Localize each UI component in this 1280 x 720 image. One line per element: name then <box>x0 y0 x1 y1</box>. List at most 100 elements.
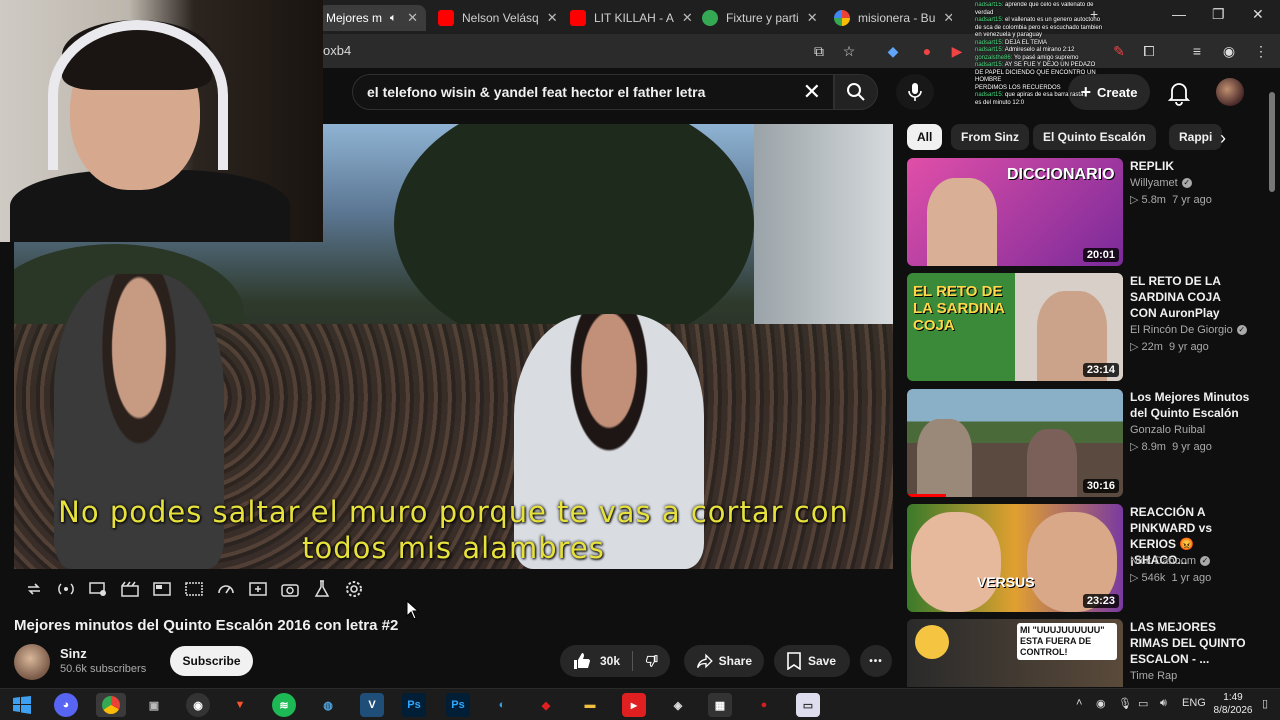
more-actions-button[interactable]: ••• <box>860 645 892 677</box>
microphone-tray-icon[interactable]: 🎙︎ <box>1118 697 1132 710</box>
file-explorer-icon[interactable]: ▬ <box>578 693 602 717</box>
obs-icon[interactable]: ◉ <box>186 693 210 717</box>
search-button[interactable] <box>834 74 878 110</box>
close-tab-icon[interactable]: ✕ <box>407 10 418 26</box>
close-window-icon[interactable]: ✕ <box>1252 6 1264 23</box>
extension-adblock-icon[interactable]: ● <box>918 42 936 60</box>
photoshop-icon[interactable]: Ps <box>402 693 426 717</box>
profile-icon[interactable]: ◉ <box>1220 42 1238 60</box>
recommendation-title[interactable]: LAS MEJORES RIMAS DEL QUINTO ESCALON - .… <box>1130 619 1250 667</box>
recommendation-channel[interactable]: Time Rap <box>1130 670 1177 682</box>
screen-settings-icon[interactable] <box>88 579 108 599</box>
chat-line: gonzalsthe86: Yo pasé amigo supremo <box>975 55 1105 63</box>
clapperboard-icon[interactable] <box>120 579 140 599</box>
app-generic-icon[interactable]: ▣ <box>142 693 166 717</box>
bookmark-star-icon[interactable]: ☆ <box>840 42 858 60</box>
chip-all[interactable]: All <box>907 124 943 150</box>
tab-nelson[interactable]: Nelson Velásq ✕ <box>430 5 560 31</box>
video-thumbnail[interactable]: MI "UUUJUUUUUU" ESTA FUERA DE CONTROL! <box>907 619 1123 687</box>
tray-app-icon[interactable]: ◉ <box>1096 697 1106 710</box>
speaker-icon[interactable]: 🔈︎ <box>390 12 397 25</box>
minimize-icon[interactable]: — <box>1172 6 1186 22</box>
game-icon[interactable]: ◆ <box>534 693 558 717</box>
channel-name[interactable]: Sinz <box>60 646 87 661</box>
extension-youtube-icon[interactable]: ▶ <box>948 42 966 60</box>
chrome-icon[interactable] <box>96 693 126 717</box>
search-input[interactable]: el telefono wisin & yandel feat hector e… <box>352 74 834 110</box>
edge-icon[interactable]: ◐ <box>490 693 514 717</box>
video-thumbnail[interactable]: VERSUS 23:23 <box>907 504 1123 612</box>
clock[interactable]: 1:49 8/8/2026 <box>1206 691 1260 717</box>
loop-icon[interactable] <box>24 579 44 599</box>
thumbs-down-icon[interactable] <box>645 651 658 671</box>
spotify-icon[interactable]: ≋ <box>272 693 296 717</box>
share-button[interactable]: Share <box>684 645 764 677</box>
media-app-icon[interactable]: ▶ <box>622 693 646 717</box>
recommendation-channel[interactable]: Willyamet ✓ <box>1130 177 1192 189</box>
window-app-icon[interactable]: ▭ <box>796 693 820 717</box>
brave-icon[interactable]: ▼ <box>228 693 252 717</box>
flask-icon[interactable] <box>312 579 332 599</box>
chip-rappi[interactable]: Rappi <box>1169 124 1223 150</box>
extension-translate-icon[interactable]: ◆ <box>884 42 902 60</box>
windows-start-icon[interactable] <box>10 693 34 717</box>
recommendation-title[interactable]: Los Mejores Minutos del Quinto Escalón <box>1130 389 1250 421</box>
screenshot-camera-icon[interactable] <box>280 579 300 599</box>
add-box-icon[interactable] <box>248 579 268 599</box>
language-indicator[interactable]: ENG <box>1182 697 1206 709</box>
maximize-icon[interactable]: ❐ <box>1212 6 1225 23</box>
audio-wave-icon[interactable] <box>56 579 76 599</box>
recommendation-item[interactable]: VERSUS 23:23 REACCIÓN A PINKWARD vs KERI… <box>907 504 1252 614</box>
volume-icon[interactable]: 🔊︎ <box>1160 697 1167 710</box>
close-tab-icon[interactable]: ✕ <box>943 10 952 26</box>
recommendation-title[interactable]: REPLIK <box>1130 158 1250 174</box>
scrollbar-thumb[interactable] <box>1269 92 1275 192</box>
tab-lit-killah[interactable]: LIT KILLAH - A ✕ <box>562 5 692 31</box>
vegas-icon[interactable]: V <box>360 693 384 717</box>
voice-search-button[interactable] <box>896 74 934 110</box>
tab-fixture[interactable]: Fixture y parti ✕ <box>694 5 824 31</box>
recommendation-item[interactable]: 30:16 Los Mejores Minutos del Quinto Esc… <box>907 389 1252 499</box>
discord-icon[interactable]: ◕ <box>54 693 78 717</box>
close-tab-icon[interactable]: ✕ <box>807 10 818 26</box>
notifications-tray-icon[interactable]: ▯ <box>1262 697 1268 710</box>
network-tray-icon[interactable]: ▭ <box>1138 697 1148 710</box>
close-tab-icon[interactable]: ✕ <box>682 10 692 26</box>
tab-misionera[interactable]: misionera - Bu ✕ <box>826 5 952 31</box>
media-controls-icon[interactable]: ≡ <box>1188 42 1206 60</box>
show-hidden-icons[interactable]: ˄ <box>1076 697 1082 709</box>
recommendation-item[interactable]: EL RETO DE LA SARDINA COJA 23:14 EL RETO… <box>907 273 1252 383</box>
recommendation-channel[interactable]: Gonzalo Ruibal <box>1130 424 1205 436</box>
film-strip-icon[interactable] <box>184 579 204 599</box>
photoshop-icon-2[interactable]: Ps <box>446 693 470 717</box>
recommendation-title[interactable]: EL RETO DE LA SARDINA COJA CON AuronPlay <box>1130 273 1250 321</box>
gear-icon[interactable] <box>344 579 364 599</box>
app-cube-icon[interactable]: ◈ <box>666 693 690 717</box>
picture-in-picture-icon[interactable] <box>152 579 172 599</box>
install-app-icon[interactable]: ⧉ <box>810 42 828 60</box>
close-tab-icon[interactable]: ✕ <box>547 10 558 26</box>
video-thumbnail[interactable]: 30:16 <box>907 389 1123 497</box>
speed-gauge-icon[interactable] <box>216 579 236 599</box>
extensions-puzzle-icon[interactable]: ⧠ <box>1140 42 1158 60</box>
channel-avatar[interactable] <box>14 644 50 680</box>
url-text[interactable]: oxb4 <box>323 43 351 58</box>
red-app-icon[interactable]: ● <box>752 693 776 717</box>
network-app-icon[interactable]: ◍ <box>316 693 340 717</box>
recommendation-channel[interactable]: Nick Daboom ✓ <box>1130 555 1211 567</box>
tab-mejores-minutos[interactable]: Mejores m 🔈︎ ✕ <box>318 5 426 31</box>
recommendation-channel[interactable]: El Rincón De Giorgio ✓ <box>1130 324 1247 336</box>
recommendation-item[interactable]: MI "UUUJUUUUUU" ESTA FUERA DE CONTROL! L… <box>907 619 1252 687</box>
save-button[interactable]: Save <box>774 645 850 677</box>
notifications-button[interactable] <box>1166 80 1192 106</box>
page-scrollbar[interactable] <box>1268 80 1276 680</box>
clear-search-icon[interactable]: ✕ <box>803 79 821 105</box>
extension-pen-icon[interactable]: ✎ <box>1110 42 1128 60</box>
chevron-right-icon[interactable]: › <box>1220 128 1226 149</box>
account-avatar[interactable] <box>1216 78 1244 106</box>
video-thumbnail[interactable]: EL RETO DE LA SARDINA COJA 23:14 <box>907 273 1123 381</box>
minecraft-icon[interactable]: ▦ <box>708 693 732 717</box>
subscribe-button[interactable]: Subscribe <box>170 646 253 676</box>
like-button[interactable]: 30k <box>572 651 620 671</box>
browser-menu-icon[interactable]: ⋮ <box>1252 42 1270 60</box>
